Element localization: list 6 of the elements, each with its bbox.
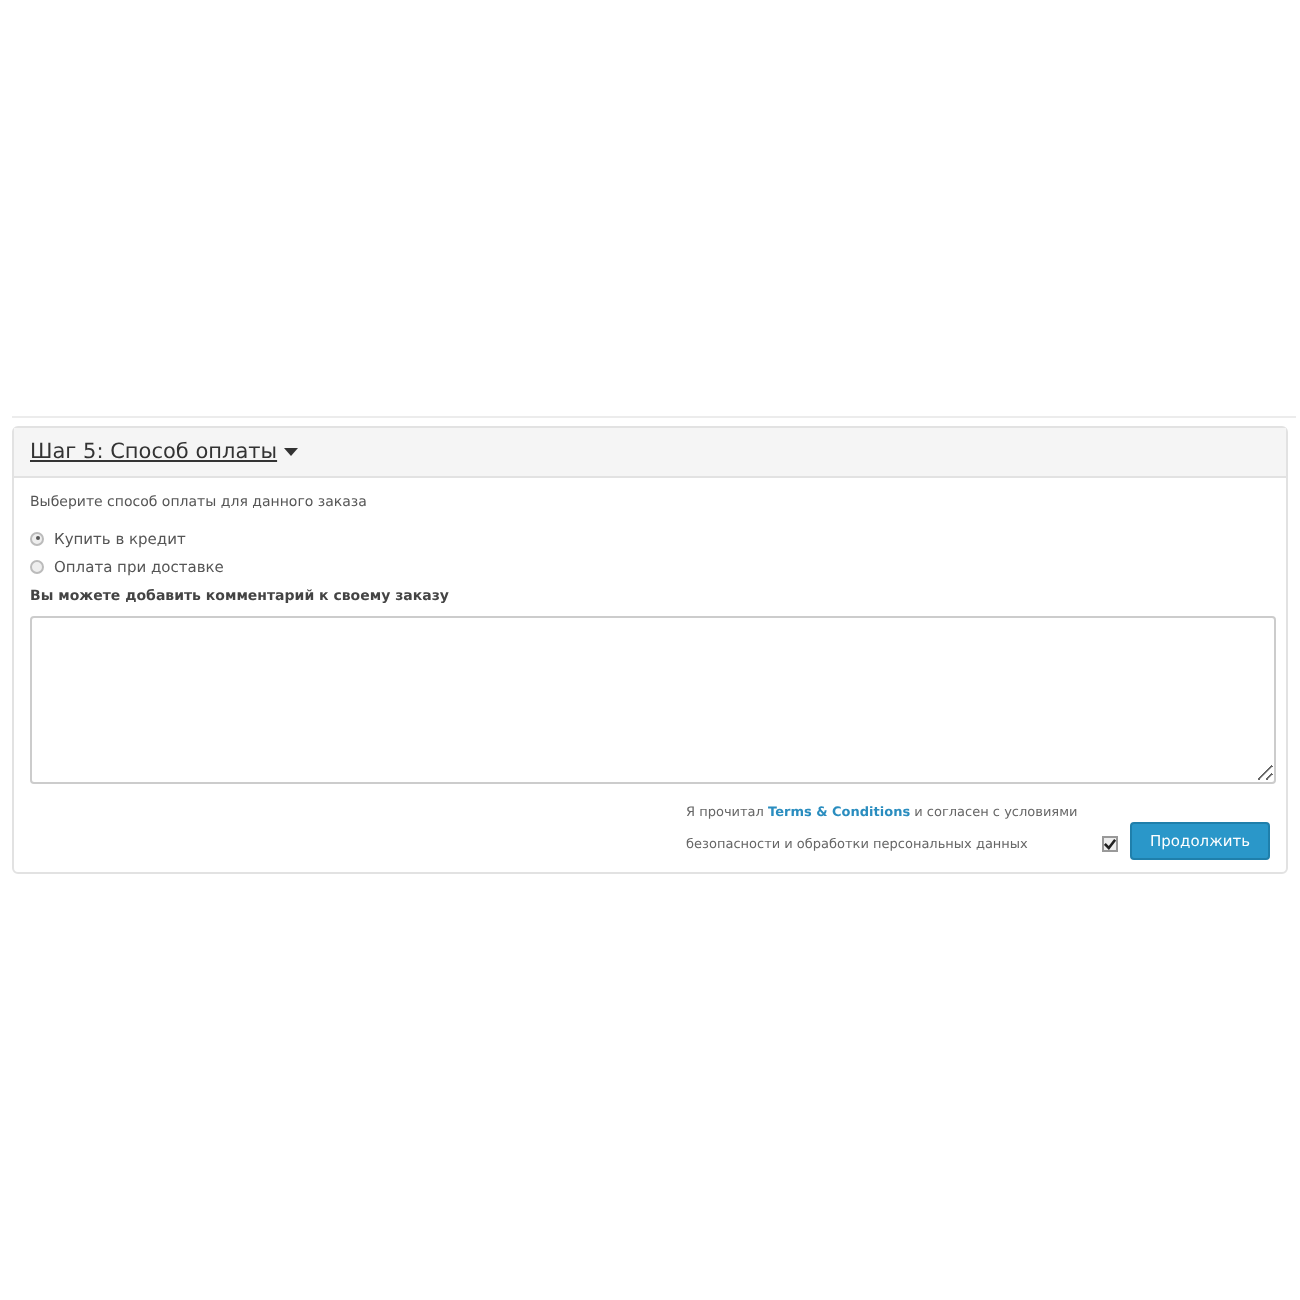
comment-field[interactable] [30,616,1276,784]
radio-button[interactable] [30,531,44,545]
agreement-checkbox[interactable] [1102,836,1119,852]
radio-button[interactable] [30,559,44,573]
caret-icon[interactable] [283,448,298,456]
panel-title[interactable]: Шаг 5: Способ оплаты [30,440,278,464]
